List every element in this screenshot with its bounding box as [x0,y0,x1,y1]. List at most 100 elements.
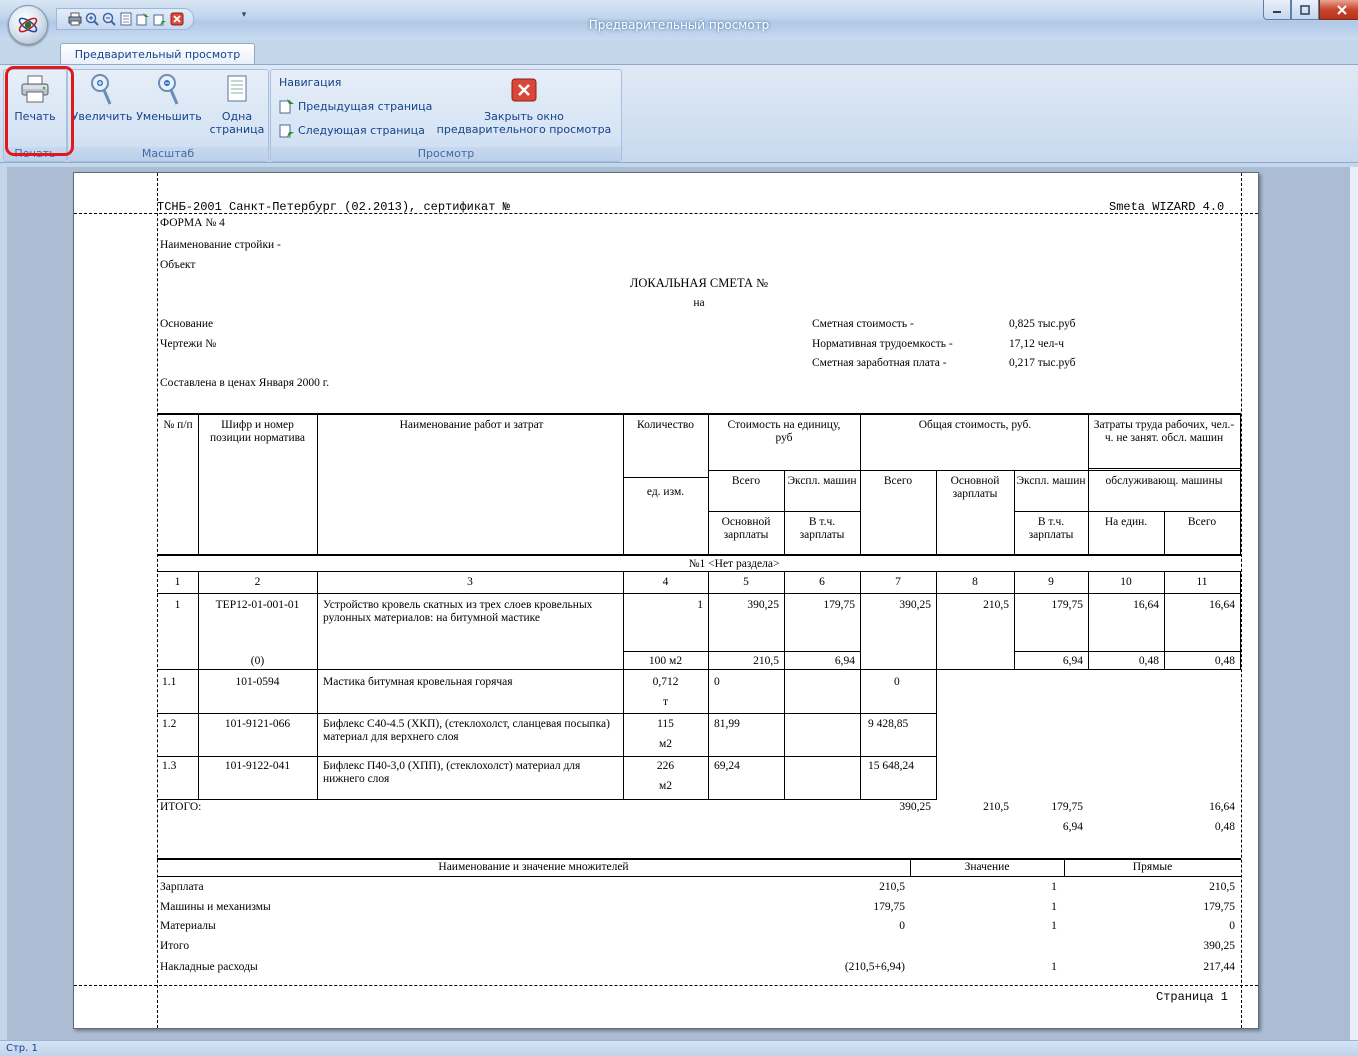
close-preview-icon [507,72,541,106]
qat-customize-icon[interactable]: ▾ [238,10,250,24]
mult-row-direct: 210,5 [1209,881,1235,893]
cell-name: Мастика битумная кровельная горячая [323,676,513,688]
previous-page-icon[interactable] [135,11,151,27]
th-incl-salary: В т.ч. зарплаты [1028,516,1074,541]
zoom-in-label: Увеличить [71,110,133,123]
app-logo-icon [18,17,38,33]
th-base-salary: Основной зарплаты [950,475,1000,500]
col-number: 6 [819,576,825,588]
mult-row-value: 210,5 [879,881,905,893]
group-view: Навигация Предыдущая страница Следующая … [270,69,622,162]
next-page-icon [279,124,294,138]
cell-value: 390,25 [899,801,931,813]
margin-guide-right [1241,173,1242,1028]
previous-page-button[interactable]: Предыдущая страница [279,98,432,114]
cell-value: 179,75 [1051,599,1083,611]
close-icon [1336,4,1347,15]
th-base-salary: Основной зарплаты [721,516,771,541]
cell-name: Устройство кровель скатных из трех слоев… [323,599,593,624]
zoom-in-button[interactable]: Увеличить [72,72,132,123]
one-page-button[interactable]: Одна страница [208,72,266,136]
cell-value: 390,25 [747,599,779,611]
summary-label: Сметная заработная плата - [812,357,947,369]
cell-unit: 100 м2 [648,655,683,667]
maximize-icon [1300,4,1310,15]
app-menu-button[interactable] [8,5,48,45]
cell-value: 0,48 [1214,655,1235,667]
th-per-unit: На един. [1104,516,1148,528]
vertical-scrollbar[interactable] [1350,167,1358,1040]
cell-num: 1.1 [162,676,177,688]
one-page-icon[interactable] [118,11,134,27]
maximize-button[interactable] [1291,0,1319,20]
cell-num: 1.2 [162,718,177,730]
group-label-scale: Масштаб [68,147,268,161]
summary-value: 0,825 тыс.руб [1009,318,1076,330]
estimate-on: на [693,297,705,309]
zoom-in-icon [85,72,119,106]
tab-print-preview[interactable]: Предварительный просмотр [60,43,255,66]
header-right: Smeta WIZARD 4.0 [1109,200,1225,214]
mult-row-name: Накладные расходы [160,961,258,973]
title-bar [0,0,1358,40]
mult-row-k: 1 [1051,920,1057,932]
zoom-in-icon[interactable] [84,11,100,27]
th-machines: Экспл. машин [787,475,857,487]
basis: Основание [160,318,214,330]
next-page-icon[interactable] [152,11,168,27]
th-all: Всего [1187,516,1217,528]
mult-header-value: Значение [964,861,1010,873]
cell-value: 69,24 [714,760,740,772]
previous-page-label: Предыдущая страница [298,99,433,113]
document-page: ТСНБ-2001 Санкт-Петербург (02.2013), сер… [73,172,1259,1029]
th-incl-salary: В т.ч. зарплаты [799,516,845,541]
summary-label: Нормативная трудоемкость - [812,338,953,350]
cell-qty: 115 [657,718,674,730]
col-number: 7 [895,576,901,588]
th-machines: Экспл. машин [1016,475,1086,487]
cell-code: 101-0594 [235,676,280,688]
group-label-view: Просмотр [271,147,621,161]
cell-qty: 0,712 [652,676,679,688]
th-code: Шифр и номер позиции норматива [210,419,305,444]
cell-code: 101-9122-041 [224,760,291,772]
cell-unit: т [662,696,669,708]
th-num: № п/п [163,419,193,431]
col-number: 1 [174,576,181,588]
cell-code: ТЕР12-01-001-01 [215,599,300,611]
close-preview-label-2: предварительного просмотра [436,123,612,136]
next-page-button[interactable]: Следующая страница [279,122,425,138]
col-number: 5 [743,576,749,588]
zoom-out-icon[interactable] [101,11,117,27]
next-page-label: Следующая страница [298,123,425,137]
cell-value: 0 [894,676,900,688]
status-bar: Стр. 1 [0,1040,1358,1056]
cell-value: 81,99 [714,718,740,730]
mult-row-value: (210,5+6,94) [844,961,905,973]
close-preview-icon[interactable] [169,11,185,27]
cell-unit: м2 [658,738,673,750]
th-qty: Количество [637,419,694,431]
close-preview-button[interactable]: Закрыть окно предварительного просмотра [431,72,617,136]
print-button-highlight [5,66,74,156]
cell-num: 1 [174,599,181,611]
page-footer: Страница 1 [1156,990,1229,1004]
cell-value: 179,75 [1051,801,1083,813]
zoom-out-button[interactable]: Уменьшить [136,72,202,123]
one-page-label-2: страница [209,123,265,136]
print-icon[interactable] [67,11,83,27]
cell-name: Бифлекс П40-3,0 (ХПП), (стеклохолст) мат… [323,760,581,785]
mult-header-name: Наименование и значение множителей [438,861,629,873]
cell-value: 16,64 [1209,599,1235,611]
mult-row-name: Итого [160,940,190,952]
mult-row-value: 0 [899,920,905,932]
construction-name: Наименование стройки - [160,239,281,251]
minimize-button[interactable] [1263,0,1291,20]
cell-value: 210,5 [753,655,779,667]
cell-value: 6,94 [1062,821,1083,833]
cell-value: 9 428,85 [868,718,909,730]
summary-value: 17,12 чел-ч [1009,338,1064,350]
cell-value: 16,64 [1133,599,1159,611]
close-preview-label-1: Закрыть окно [484,110,564,123]
close-window-button[interactable] [1319,0,1358,20]
